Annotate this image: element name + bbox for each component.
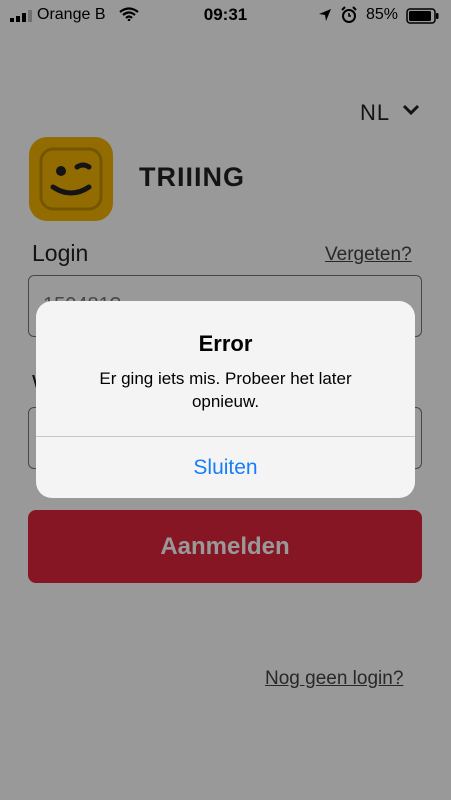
alert-title: Error xyxy=(198,331,253,356)
app-screen: Orange B 09:31 85% NL TRIIING Login Verg… xyxy=(0,0,451,800)
alert-message: Er ging iets mis. Probeer het later opni… xyxy=(99,369,352,411)
error-alert-dialog: Error Er ging iets mis. Probeer het late… xyxy=(36,301,415,498)
close-button[interactable]: Sluiten xyxy=(36,437,415,498)
